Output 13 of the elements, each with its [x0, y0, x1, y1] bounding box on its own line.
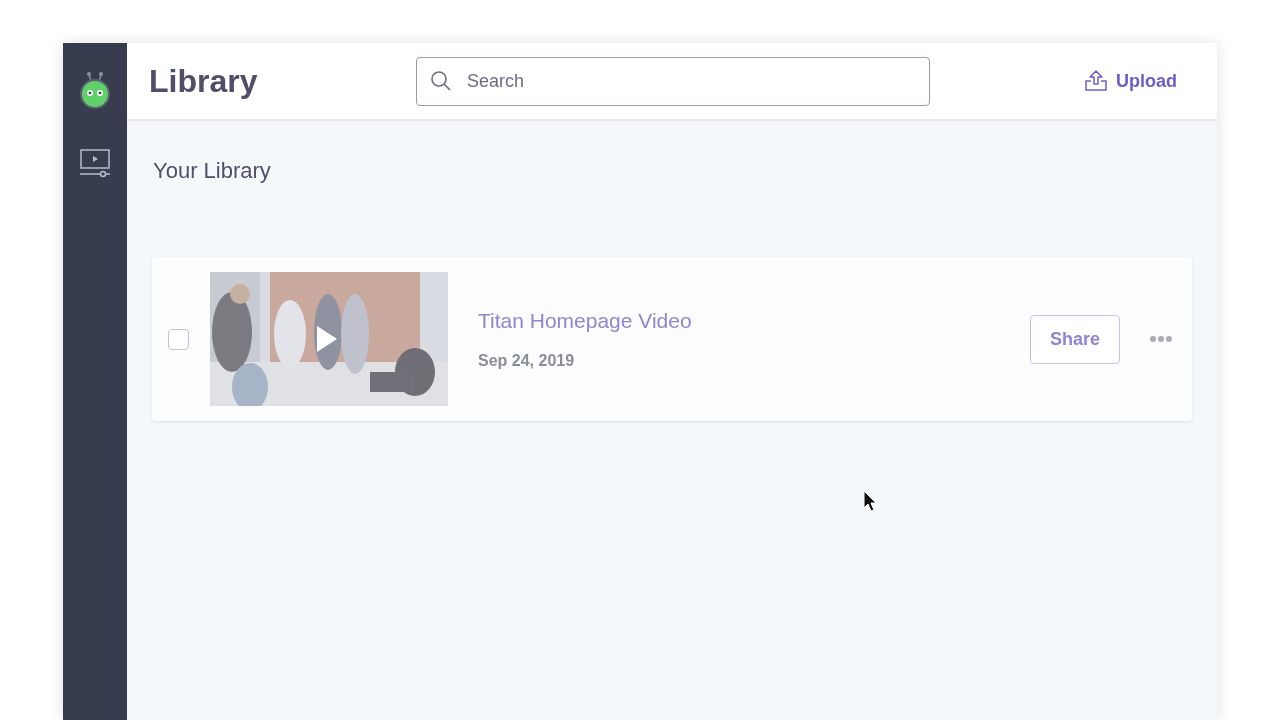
share-button[interactable]: Share [1029, 314, 1120, 364]
upload-link[interactable]: Upload [1084, 67, 1177, 95]
checkbox[interactable] [168, 328, 189, 350]
search-icon [430, 69, 452, 92]
mouse-cursor-icon [863, 490, 877, 512]
robot-logo-icon[interactable] [79, 71, 111, 109]
video-library-icon[interactable] [79, 149, 111, 179]
upload-icon [1084, 69, 1108, 93]
search-field[interactable]: Search [416, 56, 930, 106]
page-title: Library [149, 62, 259, 101]
video-date: Sep 24, 2019 [478, 350, 576, 371]
video-title[interactable]: Titan Homepage Video [478, 305, 692, 337]
section-heading: Your Library [153, 157, 272, 185]
